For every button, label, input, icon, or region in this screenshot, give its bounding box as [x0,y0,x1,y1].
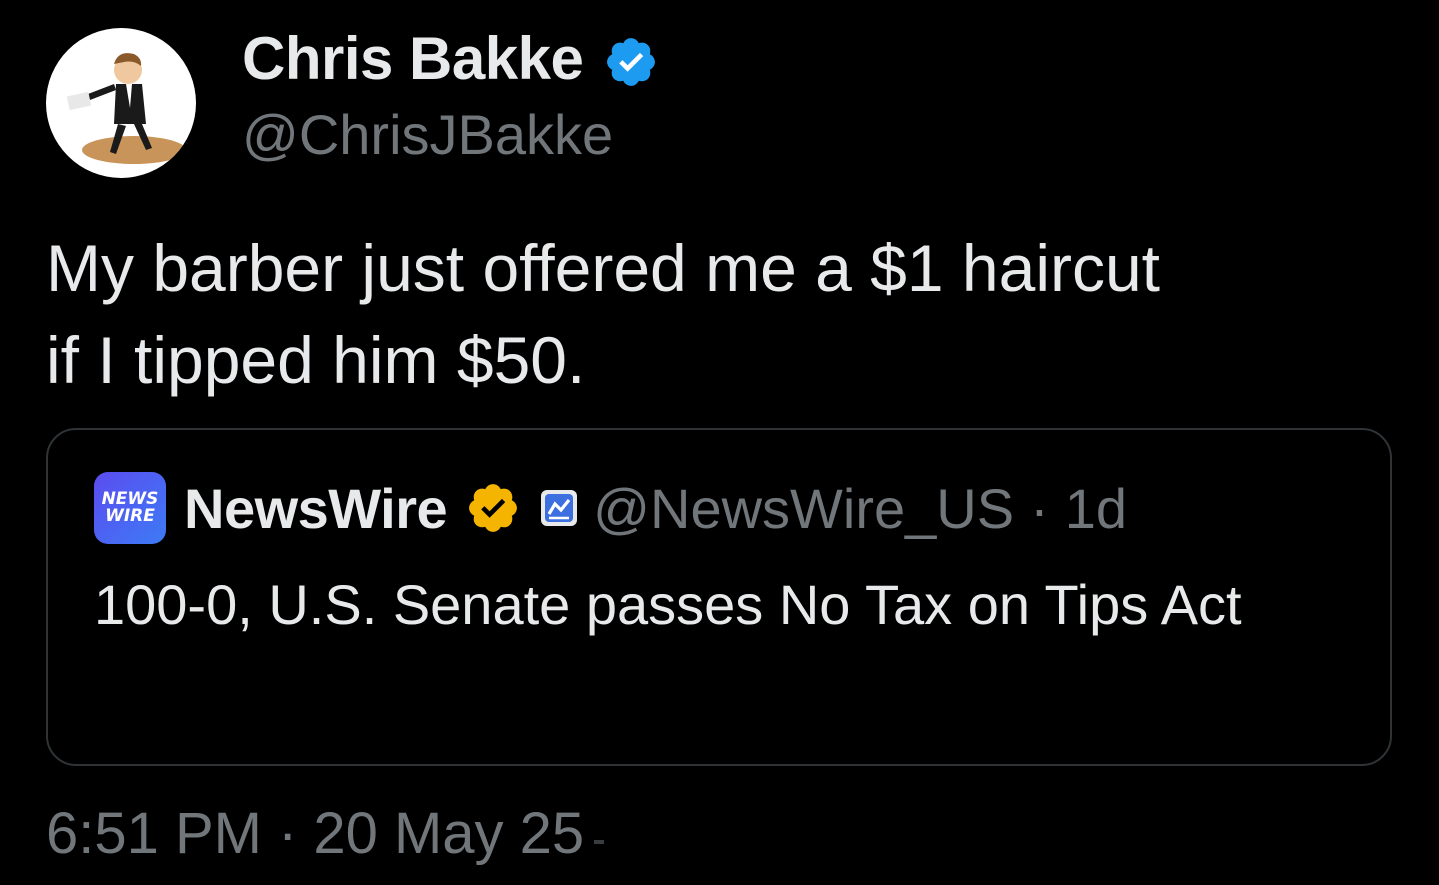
separator-dot: · [278,801,298,866]
tweet-date[interactable]: 20 May 25 [313,800,584,867]
author-name-row: Chris Bakke [242,24,659,94]
logo-text-line2: WIRE [105,506,155,526]
tweet-card: Chris Bakke @ChrisJBakke My barber just … [0,0,1439,885]
separator-dot: · [1030,476,1049,540]
author-handle[interactable]: @ChrisJBakke [242,104,613,166]
quoted-author-name[interactable]: NewsWire [184,476,448,541]
quoted-tweet[interactable]: NEWS WIRE NewsWire @NewsWire_US · 1d 100… [46,428,1392,766]
quoted-tweet-header: NEWS WIRE NewsWire @NewsWire_US · 1d [94,468,1127,548]
verified-gold-badge-icon[interactable] [465,480,521,536]
tweet-text: My barber just offered me a $1 haircut i… [46,231,1161,397]
tweet-metadata: 6:51 PM · 20 May 25 [46,800,605,867]
affiliate-badge-icon[interactable] [539,488,579,528]
avatar-icon [66,53,186,164]
quoted-tweet-text: 100-0, U.S. Senate passes No Tax on Tips… [94,573,1242,636]
truncated-separator [594,839,605,844]
tweet-time[interactable]: 6:51 PM [46,800,262,867]
author-avatar[interactable] [46,28,196,178]
verified-badge-icon[interactable] [603,34,659,90]
quoted-author-handle[interactable]: @NewsWire_US [593,476,1014,541]
author-name[interactable]: Chris Bakke [242,29,584,89]
newswire-logo-icon[interactable]: NEWS WIRE [94,472,166,544]
quoted-tweet-time[interactable]: 1d [1065,476,1127,541]
